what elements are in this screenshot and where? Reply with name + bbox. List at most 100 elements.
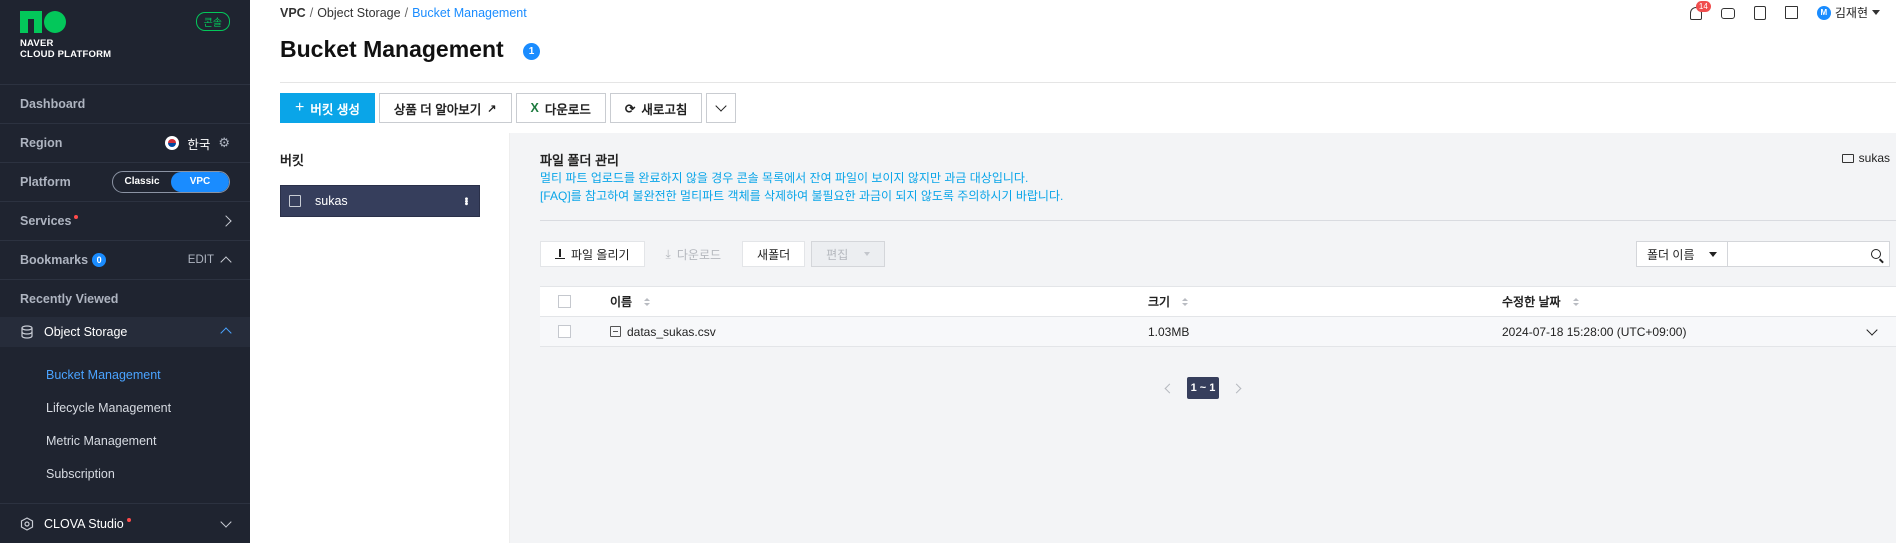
caret-down-icon [864,252,871,256]
create-bucket-button[interactable]: + 버킷 생성 [280,93,375,123]
user-name: 김재현 [1834,6,1868,20]
notice-line-2[interactable]: [FAQ]를 참고하여 불완전한 멀티파트 객체를 삭제하여 불필요한 과금이 … [540,187,1063,205]
file-size: 1.03MB [1148,324,1190,339]
download-icon: ⤓ [665,246,671,261]
sort-icon[interactable] [644,297,651,306]
upload-label: 파일 올리기 [571,247,630,262]
clova-icon [20,516,34,531]
nav-bookmarks[interactable]: Bookmarks 0 EDIT [0,240,250,279]
chevron-up-icon[interactable] [220,256,232,268]
file-panel-title: 파일 폴더 관리 [540,153,619,168]
search-icon[interactable] [1871,249,1881,259]
nav-dashboard[interactable]: Dashboard [0,84,250,123]
platform-toggle[interactable]: Classic VPC [112,171,230,193]
search-field-select[interactable]: 폴더 이름 [1636,241,1728,267]
caret-down-icon [1709,251,1717,257]
select-all-checkbox[interactable] [558,295,571,308]
region-value: 한국 [187,137,211,152]
create-bucket-label: 버킷 생성 [310,102,360,117]
file-icon [610,326,621,337]
console-badge[interactable]: 콘솔 [195,12,230,31]
bucket-heading: 버킷 [280,153,304,168]
note-icon[interactable] [1753,5,1767,20]
row-checkbox[interactable] [558,325,571,338]
nav-services[interactable]: Services [0,201,250,240]
download-label: 다운로드 [544,102,591,117]
sub-item-metric-management[interactable]: Metric Management [46,434,156,448]
chevron-up-icon[interactable] [220,326,232,339]
breadcrumb-current: Bucket Management [412,6,527,20]
column-name[interactable]: 이름 [610,293,651,310]
region-label: Region [20,136,63,150]
new-folder-button[interactable]: 새폴더 [742,241,806,267]
storage-icon [21,325,33,339]
edit-dropdown[interactable]: 편집 [811,241,886,267]
chevron-right-icon[interactable] [1231,383,1242,393]
upload-file-button[interactable]: 파일 올리기 [540,241,645,267]
edit-label: 편집 [826,247,849,262]
naver-logo-icon[interactable] [20,11,66,33]
file-name: datas_sukas.csv [627,324,716,339]
file-name-cell[interactable]: datas_sukas.csv [610,325,716,339]
user-menu[interactable]: M 김재현 [1816,4,1880,21]
bell-icon[interactable]: 14 [1689,0,1711,20]
chevron-down-icon [220,515,232,528]
gear-icon[interactable]: ⚙ [218,135,230,151]
learn-more-button[interactable]: 상품 더 알아보기 ↗ [378,93,512,123]
platform-label: Platform [20,175,71,189]
column-modified[interactable]: 수정한 날짜 [1502,293,1579,310]
chat-icon[interactable] [1720,6,1735,20]
upload-icon [555,249,565,259]
download-button[interactable]: X 다운로드 [515,93,606,123]
nav-clova-studio[interactable]: CLOVA Studio [0,503,250,543]
sort-icon[interactable] [1182,297,1189,306]
file-download-button[interactable]: ⤓ 다운로드 [650,241,737,267]
brand-name: NAVER CLOUD PLATFORM [20,38,111,60]
platform-vpc[interactable]: VPC [171,172,229,192]
notice-line-1: 멀티 파트 업로드를 완료하지 않을 경우 콘솔 목록에서 잔여 파일이 보이지… [540,171,1029,185]
notification-count: 14 [1695,0,1711,12]
page-title: Bucket Management [280,36,504,62]
chevron-left-icon[interactable] [1164,383,1175,393]
search-field-select-value: 폴더 이름 [1647,247,1695,262]
sub-item-bucket-management[interactable]: Bucket Management [46,368,161,382]
column-size[interactable]: 크기 [1148,293,1189,310]
file-toolbar: 파일 올리기 ⤓ 다운로드 새폴더 편집 [540,241,886,267]
breadcrumb-parent[interactable]: Object Storage [317,6,400,20]
file-modified: 2024-07-18 15:28:00 (UTC+09:00) [1502,324,1687,339]
bucket-item[interactable]: sukas ••• [280,185,480,217]
bookmarks-edit-button[interactable]: EDIT [188,254,214,266]
title-info-badge[interactable]: 1 [523,43,540,60]
sub-item-subscription[interactable]: Subscription [46,467,115,481]
kebab-menu-icon[interactable]: ••• [460,197,471,205]
breadcrumb-root[interactable]: VPC [280,6,306,20]
object-storage-label: Object Storage [44,325,128,339]
table-row[interactable]: datas_sukas.csv 1.03MB 2024-07-18 15:28:… [540,317,1896,347]
nav-object-storage[interactable]: Object Storage [0,317,250,347]
file-download-label: 다운로드 [676,247,722,262]
chevron-down-icon[interactable] [1866,323,1878,336]
search-input[interactable] [1728,241,1890,267]
current-page[interactable]: 1 ~ 1 [1186,377,1220,399]
recently-viewed-label: Recently Viewed [20,292,119,306]
platform-classic[interactable]: Classic [113,172,171,192]
more-dropdown-button[interactable] [706,93,737,123]
nav-dashboard-label: Dashboard [20,97,86,111]
bucket-panel: 버킷 sukas ••• [250,133,510,543]
header-actions: 14 M 김재현 [1689,0,1880,21]
book-icon[interactable] [1784,5,1799,20]
nav-region: Region 한국 ⚙ [0,123,250,162]
region-selector[interactable]: 한국 ⚙ [165,134,230,153]
sort-icon[interactable] [1572,297,1579,306]
new-folder-label: 새폴더 [757,247,791,262]
sub-item-lifecycle-management[interactable]: Lifecycle Management [46,401,171,415]
nav-recently-viewed: Recently Viewed [0,279,250,318]
bookmarks-count: 0 [92,253,107,267]
table-header: 이름 크기 수정한 날짜 [540,287,1896,317]
refresh-button[interactable]: ⟳ 새로고침 [609,93,703,123]
file-table: 이름 크기 수정한 날짜 datas_sukas.csv 1.03MB 2024… [540,286,1896,347]
nav-platform: Platform Classic VPC [0,162,250,201]
content-area: 버킷 sukas ••• 파일 폴더 관리 sukas 멀티 파트 업로드를 완… [250,133,1896,543]
pagination: 1 ~ 1 [510,377,1896,399]
services-label: Services [20,214,72,228]
